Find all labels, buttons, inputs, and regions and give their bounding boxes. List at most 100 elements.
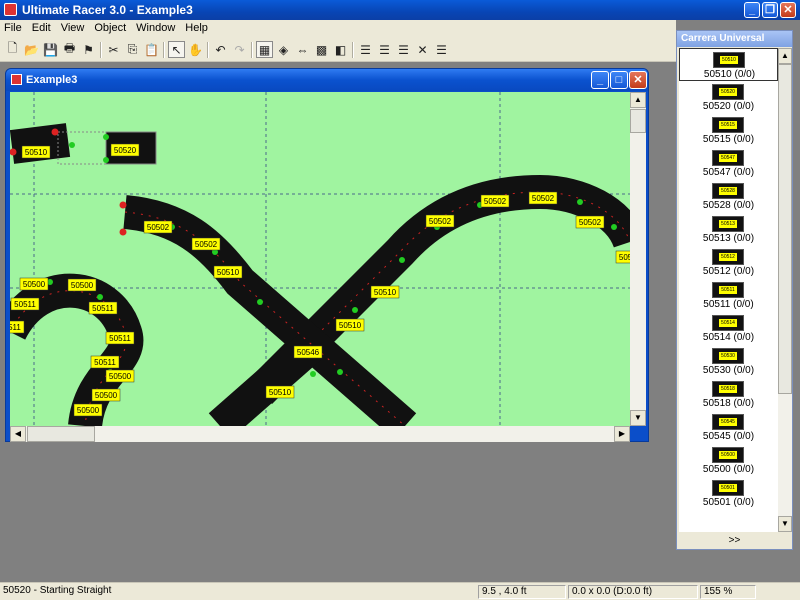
track-label: 50502 <box>484 197 507 206</box>
mirror-icon[interactable]: ⇔ <box>294 41 311 58</box>
print-icon[interactable]: 🖶 <box>61 41 78 58</box>
toolbar: 🗋 📂 💾 🖶 ⚑ ✂ ⎘ 📋 ↖ ✋ ↶ ↷ ▦ ◈ ⇔ ▩ ◧ ☰ ☰ ☰ ✕ ☰ <box>0 38 676 62</box>
document-close-icon[interactable]: ✕ <box>629 71 647 89</box>
track-label: 50510 <box>374 288 397 297</box>
palette-item[interactable]: 50501 50501 (0/0) <box>679 477 778 510</box>
palette-item[interactable]: 50545 50545 (0/0) <box>679 411 778 444</box>
palette-scroll-thumb[interactable] <box>778 64 792 394</box>
lanes-alt-icon[interactable]: ☰ <box>433 41 450 58</box>
track-label: 50510 <box>217 268 240 277</box>
document-icon[interactable] <box>11 74 22 85</box>
palette-item[interactable]: 50547 50547 (0/0) <box>679 147 778 180</box>
palette-scrollbar[interactable]: ▲ ▼ <box>778 48 792 532</box>
toolbar-separator <box>207 42 209 58</box>
track-label: 50510 <box>269 388 292 397</box>
new-file-icon[interactable]: 🗋 <box>4 41 21 58</box>
palette-more-button[interactable]: >> <box>677 533 792 549</box>
grid-icon[interactable]: ▩ <box>313 41 330 58</box>
menu-view[interactable]: View <box>57 20 91 34</box>
status-zoom: 155 % <box>700 585 756 599</box>
hand-pan-icon[interactable]: ✋ <box>187 41 204 58</box>
crossing-icon[interactable]: ✕ <box>414 41 431 58</box>
palette-item-label: 50518 (0/0) <box>702 398 755 409</box>
track-piece-thumbnail: 50515 <box>712 117 744 133</box>
palette-item[interactable]: 50515 50515 (0/0) <box>679 114 778 147</box>
track-label: 50510 <box>25 148 48 157</box>
track-label: 50502 <box>619 253 630 262</box>
palette-item[interactable]: 50528 50528 (0/0) <box>679 180 778 213</box>
app-icon[interactable] <box>4 3 17 16</box>
track-label: 50502 <box>147 223 170 232</box>
menu-bar: File Edit View Object Window Help <box>0 20 676 38</box>
cube-icon[interactable]: ◧ <box>332 41 349 58</box>
menu-object[interactable]: Object <box>90 20 132 34</box>
select-arrow-icon[interactable]: ↖ <box>168 41 185 58</box>
copy-icon[interactable]: ⎘ <box>124 41 141 58</box>
document-maximize-icon[interactable]: □ <box>610 71 628 89</box>
lane-change-icon[interactable]: ☰ <box>357 41 374 58</box>
scroll-down-icon[interactable]: ▼ <box>630 410 646 426</box>
close-icon[interactable]: ✕ <box>780 2 796 18</box>
view-3d-icon[interactable]: ◈ <box>275 41 292 58</box>
track-canvas[interactable]: 50510 50520 50502 50502 50510 50546 50510 50510… <box>10 92 630 426</box>
palette-item[interactable]: 50512 50512 (0/0) <box>679 246 778 279</box>
lanes-icon[interactable]: ☰ <box>376 41 393 58</box>
view-track-icon[interactable]: ▦ <box>256 41 273 58</box>
ramp-icon[interactable]: ☰ <box>395 41 412 58</box>
track-piece-thumbnail: 50512 <box>712 249 744 265</box>
track-piece-thumbnail: 50545 <box>712 414 744 430</box>
vertical-scroll-thumb[interactable] <box>630 109 646 133</box>
thumbnail-code: 50500 <box>719 451 737 459</box>
document-title-bar[interactable]: Example3 _ □ ✕ <box>6 69 648 91</box>
track-label: 50502 <box>195 240 218 249</box>
track-piece-thumbnail: 50501 <box>712 480 744 496</box>
open-folder-icon[interactable]: 📂 <box>23 41 40 58</box>
track-layout[interactable]: 50510 50520 50502 50502 50510 50546 50510 50510… <box>10 92 630 426</box>
scroll-up-icon[interactable]: ▲ <box>630 92 646 108</box>
scroll-right-icon[interactable]: ▶ <box>614 426 630 442</box>
menu-file[interactable]: File <box>0 20 28 34</box>
vertical-scrollbar[interactable]: ▲ ▼ <box>630 92 646 426</box>
palette-scroll-up-icon[interactable]: ▲ <box>778 48 792 64</box>
minimize-icon[interactable]: _ <box>744 2 760 18</box>
horizontal-scroll-thumb[interactable] <box>27 426 95 442</box>
palette-item-label: 50512 (0/0) <box>702 266 755 277</box>
palette-item[interactable]: 50514 50514 (0/0) <box>679 312 778 345</box>
horizontal-scrollbar[interactable]: ◀ ▶ <box>10 426 630 442</box>
redo-icon[interactable]: ↷ <box>231 41 248 58</box>
undo-icon[interactable]: ↶ <box>212 41 229 58</box>
save-icon[interactable]: 💾 <box>42 41 59 58</box>
thumbnail-code: 50512 <box>719 253 737 261</box>
palette-list[interactable]: 50510 50510 (0/0) 50520 50520 (0/0) 50515 505… <box>679 48 778 532</box>
palette-item[interactable]: 50530 50530 (0/0) <box>679 345 778 378</box>
track-piece-thumbnail: 50500 <box>712 447 744 463</box>
palette-scroll-down-icon[interactable]: ▼ <box>778 516 792 532</box>
document-minimize-icon[interactable]: _ <box>591 71 609 89</box>
palette-item-label: 50530 (0/0) <box>702 365 755 376</box>
menu-edit[interactable]: Edit <box>28 20 57 34</box>
menu-window[interactable]: Window <box>132 20 181 34</box>
palette-item[interactable]: 50511 50511 (0/0) <box>679 279 778 312</box>
cut-icon[interactable]: ✂ <box>105 41 122 58</box>
app-title-bar[interactable]: Ultimate Racer 3.0 - Example3 _ ❐ ✕ <box>0 0 800 20</box>
palette-item-label: 50547 (0/0) <box>702 167 755 178</box>
palette-item[interactable]: 50518 50518 (0/0) <box>679 378 778 411</box>
restore-icon[interactable]: ❐ <box>762 2 778 18</box>
scroll-left-icon[interactable]: ◀ <box>10 426 26 442</box>
paste-icon[interactable]: 📋 <box>143 41 160 58</box>
thumbnail-code: 50514 <box>719 319 737 327</box>
track-label: 50500 <box>77 406 100 415</box>
status-bar: 50520 - Starting Straight 9.5 , 4.0 ft 0… <box>0 582 800 600</box>
palette-item[interactable]: 50500 50500 (0/0) <box>679 444 778 477</box>
palette-item[interactable]: 50513 50513 (0/0) <box>679 213 778 246</box>
thumbnail-code: 50520 <box>719 88 737 96</box>
checkered-flag-icon[interactable]: ⚑ <box>80 41 97 58</box>
track-piece-thumbnail: 50528 <box>712 183 744 199</box>
palette-item[interactable]: 50520 50520 (0/0) <box>679 81 778 114</box>
status-message: 50520 - Starting Straight <box>3 585 112 596</box>
palette-item[interactable]: 50510 50510 (0/0) <box>679 48 778 81</box>
track-piece-thumbnail: 50510 <box>713 52 745 68</box>
document-window[interactable]: Example3 _ □ ✕ 50510 50520 50502 50502 5… <box>5 68 649 442</box>
track-label: 50500 <box>95 391 118 400</box>
menu-help[interactable]: Help <box>181 20 214 34</box>
